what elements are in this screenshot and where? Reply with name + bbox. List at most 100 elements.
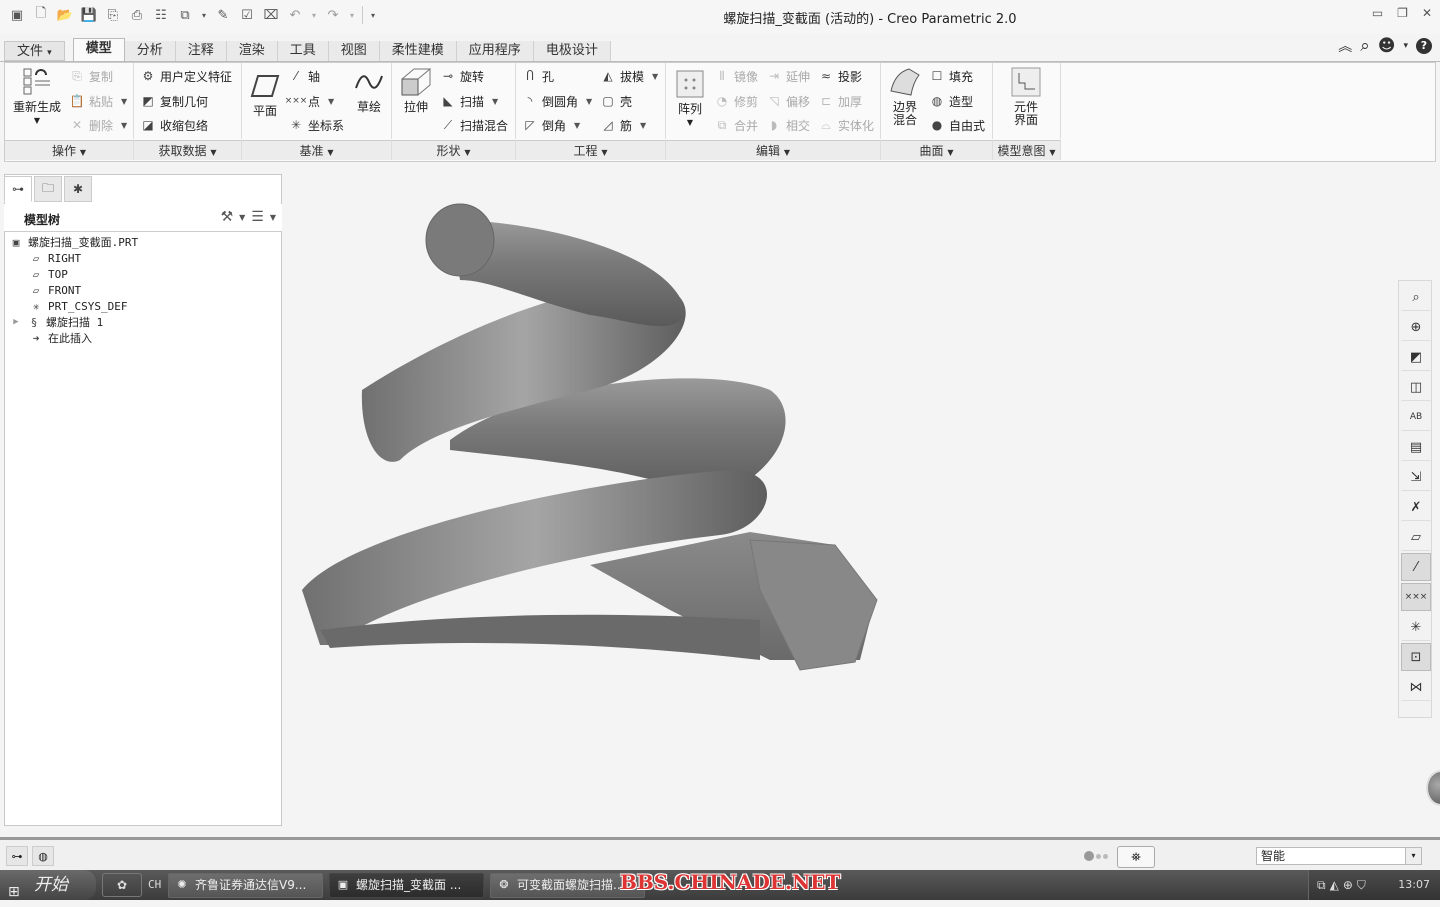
paste-button[interactable]: 📋 粘贴 ▼ [69, 92, 128, 110]
regenerate-button[interactable]: 重新生成 ▼ [9, 67, 65, 127]
repaint-icon[interactable]: ◩ [1401, 343, 1431, 371]
trim-button[interactable]: ◔ 修剪 [714, 92, 758, 110]
boundary-blend-button[interactable]: 边界 混合 [885, 67, 925, 127]
round-button[interactable]: ◝ 倒圆角 ▼ [522, 92, 593, 110]
group-label-surfaces[interactable]: 曲面 ▼ [881, 140, 993, 160]
extend-button[interactable]: ⇥ 延伸 [766, 67, 810, 85]
folder-browser-tab[interactable]: 🗀 [34, 176, 62, 202]
freestyle-button[interactable]: ● 自由式 [929, 116, 985, 134]
refit-icon[interactable]: ⌕ [1401, 283, 1431, 311]
axis-button[interactable]: ⁄ 轴 [288, 67, 320, 85]
restore-button[interactable]: ❐ [1397, 6, 1408, 20]
revolve-button[interactable]: ⊸ 旋转 [440, 67, 484, 85]
quick-launch-icon[interactable]: ✿ [102, 873, 142, 897]
model-tree-tab[interactable]: ⊶ [4, 176, 32, 202]
minimize-button[interactable]: ▭ [1372, 6, 1383, 20]
udf-button[interactable]: ⚙ 用户定义特征 [140, 67, 232, 85]
start-button[interactable]: ⊞ 开始 [0, 870, 96, 900]
tree-item-front[interactable]: ▱ FRONT [8, 282, 138, 298]
perspective-icon[interactable]: ⇲ [1401, 463, 1431, 491]
collapse-ribbon-icon[interactable]: ︽ [1338, 36, 1352, 56]
axis-display-icon[interactable]: ⁄ [1401, 553, 1431, 581]
tab-applications[interactable]: 应用程序 [456, 41, 534, 61]
fill-button[interactable]: ☐ 填充 [929, 67, 973, 85]
sketch-button[interactable]: 草绘 [350, 67, 388, 114]
plane-display-icon[interactable]: ▱ [1401, 523, 1431, 551]
hole-button[interactable]: Ⴖ孔 [522, 67, 554, 85]
sweep-button[interactable]: ◣ 扫描 ▼ [440, 92, 498, 110]
annotation-display-icon[interactable]: ⊡ [1401, 643, 1431, 671]
copy-button[interactable]: ⎘ 复制 [69, 67, 113, 85]
tab-tools[interactable]: 工具 [277, 41, 329, 61]
tab-render[interactable]: 渲染 [226, 41, 278, 61]
tab-analysis[interactable]: 分析 [124, 41, 176, 61]
merge-button[interactable]: ⧉ 合并 [714, 116, 758, 134]
group-label-datum[interactable]: 基准 ▼ [242, 140, 392, 160]
thicken-button[interactable]: ⊏ 加厚 [818, 92, 862, 110]
tray-plus-icon[interactable]: ⊕ [1343, 878, 1353, 893]
selection-filter-dropdown[interactable]: 智能 ▾ [1256, 847, 1422, 865]
chevron-down-icon[interactable]: ▾ [1405, 848, 1421, 864]
group-label-editing[interactable]: 编辑 ▼ [666, 140, 881, 160]
view-sphere-icon[interactable] [1426, 770, 1440, 806]
taskbar-item-tdx[interactable]: ✺ 齐鲁证券通达信V9... [168, 873, 323, 898]
tree-item-csys[interactable]: ✳ PRT_CSYS_DEF [8, 298, 138, 314]
tree-item-insert-here[interactable]: ➜ 在此插入 [8, 330, 138, 346]
chevron-down-icon[interactable]: ▼ [270, 213, 276, 222]
graph-icon[interactable]: ⋈ [1401, 673, 1431, 701]
zoom-in-icon[interactable]: ⊕ [1401, 313, 1431, 341]
help-icon[interactable]: ? [1416, 38, 1432, 54]
solidify-button[interactable]: ⌓ 实体化 [818, 116, 874, 134]
intersect-button[interactable]: ◗ 相交 [766, 116, 810, 134]
extrude-button[interactable]: 拉伸 [396, 67, 436, 114]
toggle-browser-button[interactable]: ◍ [32, 846, 54, 866]
language-indicator[interactable]: CH [148, 878, 161, 891]
plane-button[interactable]: 平面 [246, 71, 284, 118]
expand-arrow-icon[interactable]: ▶ [10, 317, 22, 327]
point-display-icon[interactable]: ××× [1401, 583, 1431, 611]
csys-button[interactable]: ✳ 坐标系 [288, 116, 344, 134]
spin-center-icon[interactable]: ✗ [1401, 493, 1431, 521]
tree-settings-icon[interactable]: ⚒ [221, 209, 234, 225]
tree-item-part[interactable]: ▣ 螺旋扫描_变截面.PRT [8, 234, 138, 250]
display-style-icon[interactable]: ◫ [1401, 373, 1431, 401]
mirror-button[interactable]: ⫴ 镜像 [714, 67, 758, 85]
pattern-button[interactable]: 阵列 ▼ [670, 69, 710, 129]
network-icon[interactable]: ⧉ [1317, 878, 1326, 893]
group-label-get-data[interactable]: 获取数据 ▼ [134, 140, 242, 160]
tree-filters-icon[interactable]: ☰ [251, 209, 264, 225]
tab-flexible-modeling[interactable]: 柔性建模 [379, 41, 457, 61]
taskbar-item-creo[interactable]: ▣ 螺旋扫描_变截面 ... [329, 873, 484, 898]
graphics-window[interactable] [290, 170, 1390, 830]
tree-item-helical-sweep[interactable]: ▶ § 螺旋扫描 1 [8, 314, 138, 330]
tray-app-icon[interactable]: ◭ [1330, 878, 1339, 893]
rib-button[interactable]: ◿ 筋 ▼ [600, 116, 646, 134]
chamfer-button[interactable]: ◸ 倒角 ▼ [522, 116, 580, 134]
tree-item-right[interactable]: ▱ RIGHT [8, 250, 138, 266]
community-icon[interactable]: ☻ [1378, 36, 1396, 56]
community-dropdown-icon[interactable]: ▾ [1403, 41, 1408, 51]
tab-model[interactable]: 模型 [72, 38, 125, 61]
close-button[interactable]: ✕ [1422, 6, 1432, 20]
group-label-shapes[interactable]: 形状 ▼ [392, 140, 516, 160]
shrinkwrap-button[interactable]: ◪ 收缩包络 [140, 116, 208, 134]
shell-button[interactable]: ▢ 壳 [600, 92, 632, 110]
offset-button[interactable]: ◹ 偏移 [766, 92, 810, 110]
copy-geometry-button[interactable]: ◩ 复制几何 [140, 92, 208, 110]
draft-button[interactable]: ◭ 拔模 ▼ [600, 67, 658, 85]
component-interface-button[interactable]: 元件 界面 [1003, 67, 1049, 127]
group-label-model-intent[interactable]: 模型意图 ▼ [993, 140, 1061, 160]
delete-button[interactable]: ✕ 删除 ▼ [69, 116, 127, 134]
csys-display-icon[interactable]: ✳ [1401, 613, 1431, 641]
toggle-navigator-button[interactable]: ⊶ [6, 846, 28, 866]
tab-file[interactable]: 文件 ▾ [4, 41, 65, 61]
tree-item-top[interactable]: ▱ TOP [8, 266, 138, 282]
search-icon[interactable]: ⌕ [1360, 36, 1370, 56]
tab-view[interactable]: 视图 [328, 41, 380, 61]
swept-blend-button[interactable]: ⟋ 扫描混合 [440, 116, 508, 134]
shield-icon[interactable]: ⛉ [1357, 878, 1366, 893]
tab-electrode-design[interactable]: 电极设计 [533, 41, 611, 61]
saved-orientations-icon[interactable]: AB [1401, 403, 1431, 431]
view-manager-icon[interactable]: ▤ [1401, 433, 1431, 461]
favorites-tab[interactable]: ✱ [64, 176, 92, 202]
